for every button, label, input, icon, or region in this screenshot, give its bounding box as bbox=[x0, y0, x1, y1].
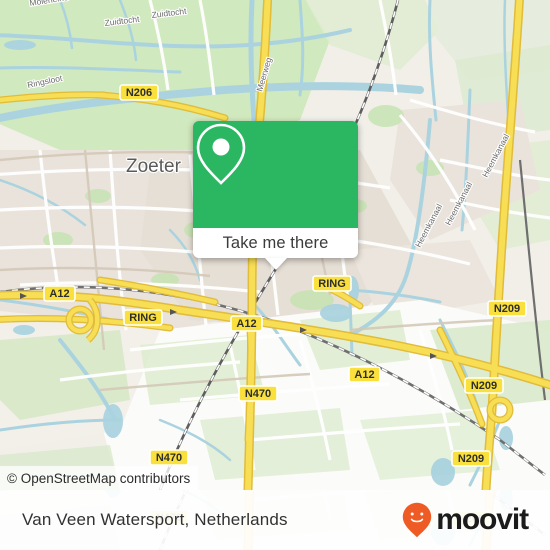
road-shield: N470 bbox=[238, 385, 278, 402]
destination-callout-card[interactable]: Take me there bbox=[193, 121, 358, 270]
road-shield: A12 bbox=[43, 285, 76, 302]
road-shield-label: N470 bbox=[245, 388, 271, 400]
road-shield-label: RING bbox=[129, 312, 157, 324]
road-shield: A12 bbox=[230, 315, 263, 332]
map-label: Zoeter bbox=[126, 156, 182, 177]
moovit-map-screenshot: ZoeterMoleneindZuidtochtZuidtochtRingslo… bbox=[0, 0, 550, 550]
road-shield: N209 bbox=[487, 300, 527, 317]
moovit-pin-icon bbox=[403, 502, 432, 538]
callout-action-bar[interactable]: Take me there bbox=[193, 228, 358, 270]
road-shield: A12 bbox=[348, 366, 381, 383]
road-shield: RING bbox=[312, 275, 352, 292]
place-title: Van Veen Watersport, Netherlands bbox=[22, 510, 288, 529]
take-me-there-label: Take me there bbox=[222, 233, 329, 252]
road-shield: RING bbox=[123, 309, 163, 326]
moovit-wordmark: moovit bbox=[436, 503, 529, 536]
road-shield: N209 bbox=[451, 450, 491, 467]
road-shield: N470 bbox=[149, 449, 189, 466]
road-shield-label: RING bbox=[318, 278, 346, 290]
moovit-logo[interactable]: moovit bbox=[402, 502, 529, 538]
road-shield-label: N206 bbox=[126, 87, 152, 99]
road-shield: N209 bbox=[464, 377, 504, 394]
callout-pointer-tail bbox=[264, 258, 287, 270]
road-shield: N206 bbox=[119, 84, 159, 101]
road-shield-label: A12 bbox=[49, 288, 69, 300]
road-shield-label: N209 bbox=[494, 303, 520, 315]
road-shield-label: N470 bbox=[156, 452, 182, 464]
callout-pin-panel bbox=[193, 121, 358, 228]
map-canvas[interactable]: ZoeterMoleneindZuidtochtZuidtochtRingslo… bbox=[0, 0, 550, 490]
road-shield-label: N209 bbox=[458, 453, 484, 465]
road-shield-label: N209 bbox=[471, 380, 497, 392]
footer-bar: ZoeterMoleneindZuidtochtZuidtochtRingslo… bbox=[0, 490, 550, 550]
osm-attribution[interactable]: © OpenStreetMap contributors bbox=[0, 466, 199, 490]
map-pin-icon bbox=[196, 123, 246, 185]
road-shield-label: A12 bbox=[236, 318, 256, 330]
road-shield-label: A12 bbox=[354, 369, 374, 381]
